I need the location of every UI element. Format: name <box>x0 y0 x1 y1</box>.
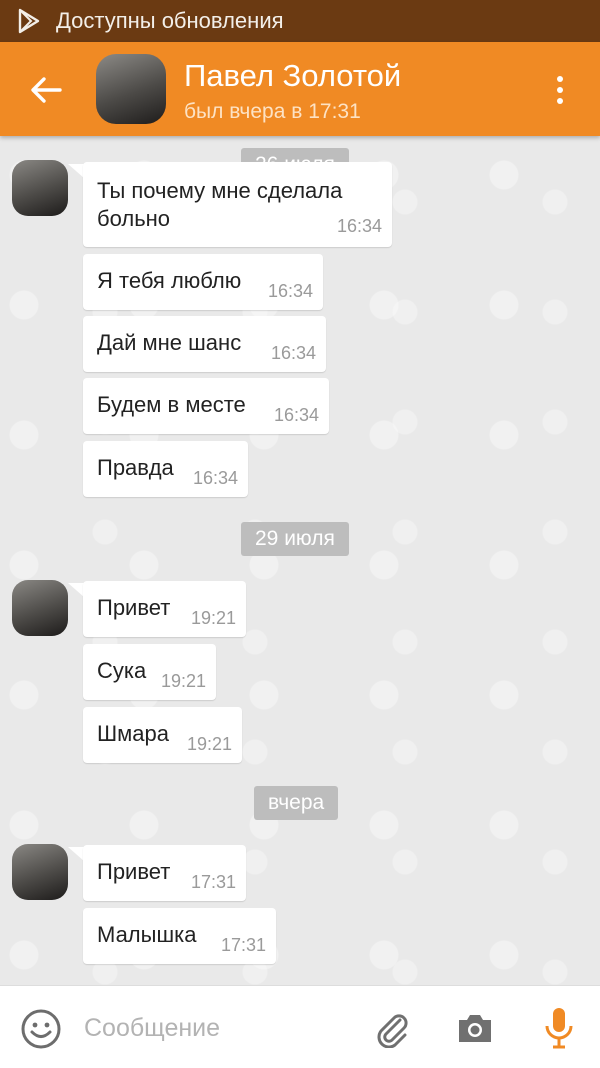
message-text: Я тебя люблю <box>97 268 242 293</box>
message-time: 17:31 <box>220 935 266 955</box>
message-bubble[interactable]: Ты почему мне сделала больно 16:34 <box>83 162 392 247</box>
message-time: 16:34 <box>270 343 316 363</box>
emoji-icon[interactable] <box>20 1008 62 1050</box>
message-list[interactable]: 26 июля Ты почему мне сделала больно 16:… <box>0 136 600 985</box>
message-time: 19:21 <box>186 734 232 754</box>
more-vert-icon[interactable] <box>548 72 572 112</box>
date-separator: 29 июля <box>241 522 349 556</box>
message-bubble[interactable]: Шмара 19:21 <box>83 707 242 763</box>
chat-header: Павел Золотой был вчера в 17:31 <box>0 42 600 136</box>
message-time: 16:34 <box>267 281 313 301</box>
message-input[interactable]: Сообщение <box>84 1014 220 1043</box>
sender-avatar[interactable] <box>12 580 68 636</box>
camera-icon[interactable] <box>456 1010 494 1046</box>
message-text: Сука <box>97 658 147 683</box>
status-bar: Доступны обновления <box>0 0 600 42</box>
message-bubble[interactable]: Привет 17:31 <box>83 845 246 901</box>
contact-name[interactable]: Павел Золотой <box>184 58 401 94</box>
message-bubble[interactable]: Привет 19:21 <box>83 581 246 637</box>
bubble-tail <box>68 847 84 861</box>
date-separator: вчера <box>254 786 339 820</box>
sender-avatar[interactable] <box>12 160 68 216</box>
contact-avatar[interactable] <box>96 54 166 124</box>
sender-avatar[interactable] <box>12 844 68 900</box>
message-time: 17:31 <box>190 872 236 892</box>
message-time: 16:34 <box>273 405 319 425</box>
paperclip-icon[interactable] <box>372 1008 412 1048</box>
message-composer: Сообщение <box>0 985 600 1068</box>
message-time: 16:34 <box>336 216 382 236</box>
bubble-tail <box>68 164 84 178</box>
message-time: 19:21 <box>190 608 236 628</box>
message-bubble[interactable]: Сука 19:21 <box>83 644 216 700</box>
play-store-icon <box>18 8 40 34</box>
message-bubble[interactable]: Будем в месте 16:34 <box>83 378 329 434</box>
message-bubble[interactable]: Малышка 17:31 <box>83 908 276 964</box>
notification-text: Доступны обновления <box>56 8 284 33</box>
message-text: Правда <box>97 455 174 480</box>
message-text: Шмара <box>97 721 169 746</box>
message-bubble[interactable]: Я тебя люблю 16:34 <box>83 254 323 310</box>
message-text: Ты почему мне сделала больно <box>97 178 343 231</box>
message-text: Малышка <box>97 922 197 947</box>
message-text: Привет <box>97 595 171 620</box>
message-text: Дай мне шанс <box>97 330 242 355</box>
message-time: 19:21 <box>160 671 206 691</box>
arrow-left-icon[interactable] <box>26 70 66 110</box>
microphone-icon[interactable] <box>544 1006 574 1050</box>
message-bubble[interactable]: Правда 16:34 <box>83 441 248 497</box>
message-text: Будем в месте <box>97 392 246 417</box>
bubble-tail <box>68 583 84 597</box>
message-bubble[interactable]: Дай мне шанс 16:34 <box>83 316 326 372</box>
message-time: 16:34 <box>192 468 238 488</box>
message-text: Привет <box>97 859 171 884</box>
contact-status: был вчера в 17:31 <box>184 100 361 123</box>
